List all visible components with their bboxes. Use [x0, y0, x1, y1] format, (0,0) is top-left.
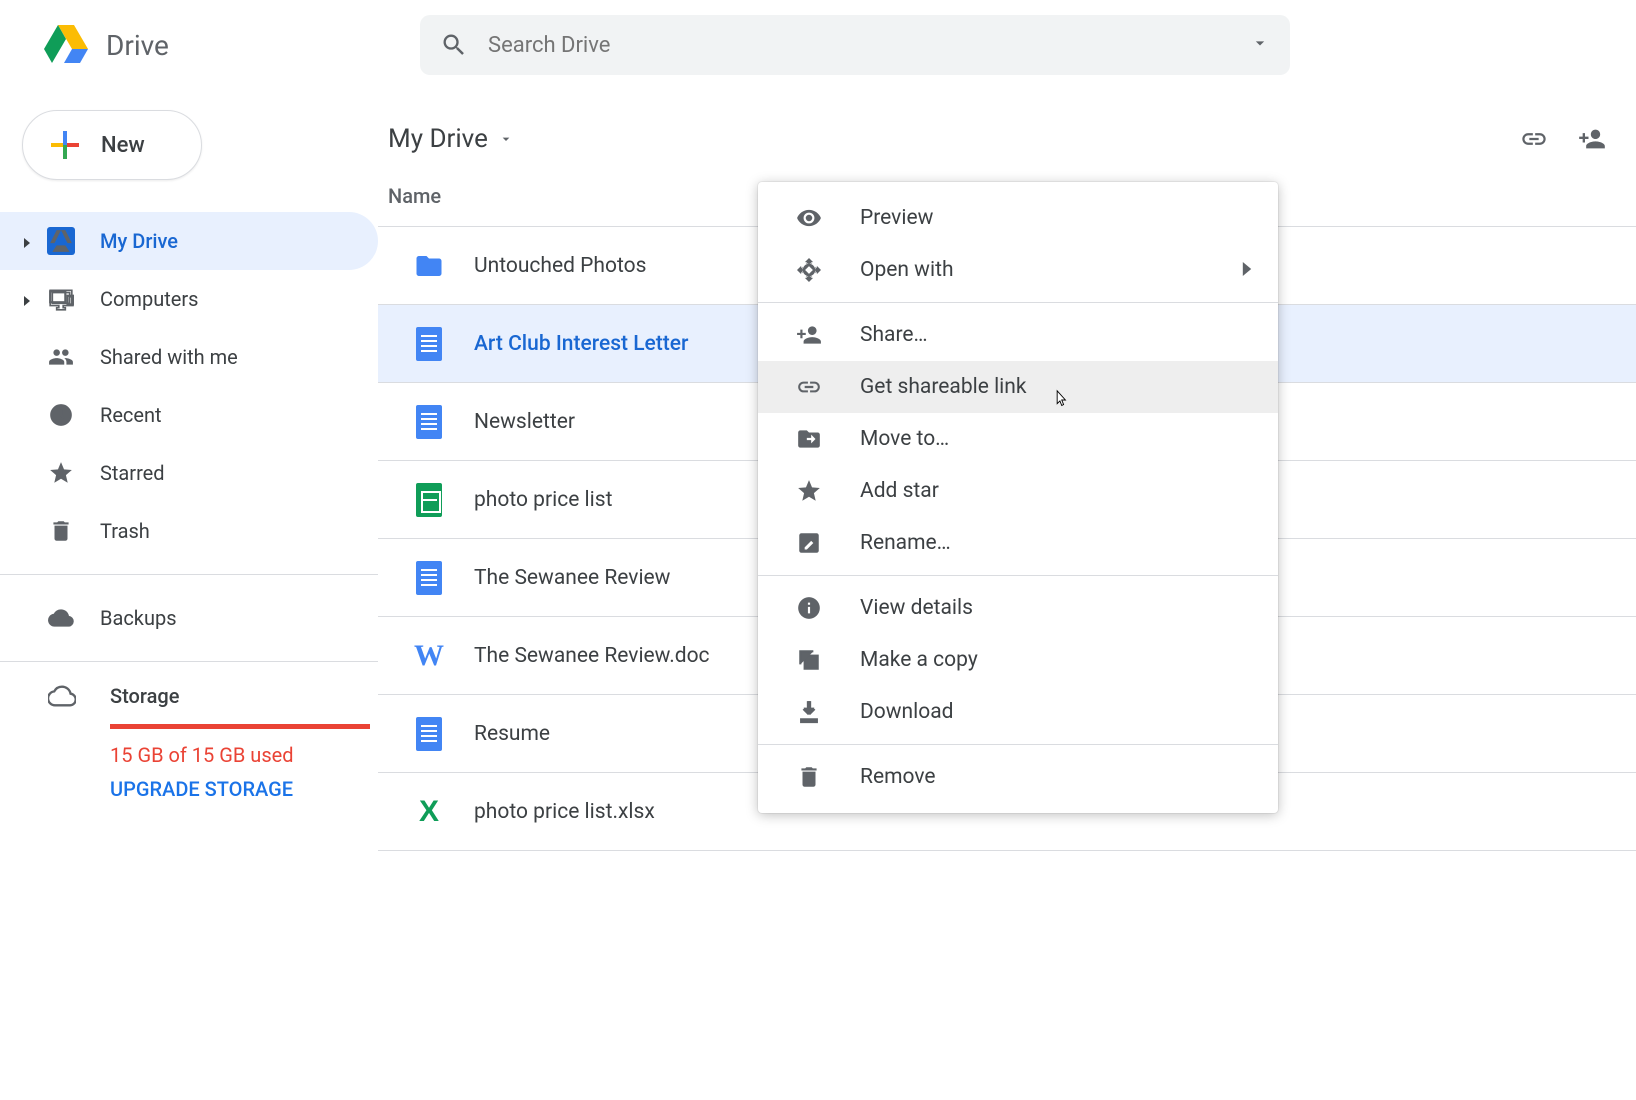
sidebar-item-label: Computers	[100, 287, 198, 311]
file-name: Newsletter	[474, 410, 575, 434]
trash-icon	[46, 516, 76, 546]
menu-item-info[interactable]: View details	[758, 582, 1278, 634]
file-name: Art Club Interest Letter	[474, 332, 688, 356]
sidebar-item-computers[interactable]: Computers	[0, 270, 378, 328]
sidebar-item-drive[interactable]: My Drive	[0, 212, 378, 270]
menu-item-label: Open with	[860, 258, 954, 282]
chevron-right-icon	[1240, 261, 1254, 280]
new-button-label: New	[101, 133, 145, 158]
star-icon	[794, 476, 824, 506]
breadcrumb[interactable]: My Drive	[378, 100, 1636, 184]
upgrade-storage-link[interactable]: UPGRADE STORAGE	[110, 777, 378, 801]
storage-row[interactable]: Storage	[48, 682, 378, 710]
file-name: The Sewanee Review.doc	[474, 644, 710, 668]
menu-item-open[interactable]: Open with	[758, 244, 1278, 296]
docs-icon	[414, 329, 444, 359]
menu-item-label: Remove	[860, 765, 936, 789]
move-icon	[794, 424, 824, 454]
drive-icon	[46, 226, 76, 256]
file-name: photo price list	[474, 488, 612, 512]
cloud-icon	[46, 603, 76, 633]
menu-item-label: Get shareable link	[860, 375, 1027, 399]
starred-icon	[46, 458, 76, 488]
info-icon	[794, 593, 824, 623]
docs-icon	[414, 719, 444, 749]
sheets-icon	[414, 485, 444, 515]
docs-icon	[414, 407, 444, 437]
copy-icon	[794, 645, 824, 675]
menu-item-copy[interactable]: Make a copy	[758, 634, 1278, 686]
expand-icon	[22, 229, 38, 253]
shared-icon	[46, 342, 76, 372]
recent-icon	[46, 400, 76, 430]
word-icon: W	[414, 641, 444, 671]
search-input[interactable]	[488, 33, 1250, 58]
menu-item-label: Rename…	[860, 531, 951, 555]
sidebar-item-recent[interactable]: Recent	[0, 386, 378, 444]
chevron-down-icon	[498, 131, 514, 147]
sidebar: New My Drive Computers Shared with me Recen…	[0, 90, 378, 851]
menu-item-rename[interactable]: Rename…	[758, 517, 1278, 569]
person-add-icon[interactable]	[1578, 125, 1606, 153]
file-name: photo price list.xlsx	[474, 800, 655, 824]
sidebar-item-label: Backups	[100, 606, 177, 630]
link-icon[interactable]	[1520, 125, 1548, 153]
breadcrumb-title: My Drive	[388, 124, 488, 154]
menu-item-label: Preview	[860, 206, 933, 230]
sidebar-item-backups[interactable]: Backups	[0, 589, 378, 647]
open-icon	[794, 255, 824, 285]
menu-item-label: Add star	[860, 479, 939, 503]
menu-item-star[interactable]: Add star	[758, 465, 1278, 517]
menu-item-remove[interactable]: Remove	[758, 751, 1278, 803]
menu-item-move[interactable]: Move to…	[758, 413, 1278, 465]
sidebar-item-label: Recent	[100, 403, 162, 427]
menu-item-link[interactable]: Get shareable link	[758, 361, 1278, 413]
remove-icon	[794, 762, 824, 792]
menu-item-label: Share…	[860, 323, 928, 347]
menu-item-eye[interactable]: Preview	[758, 192, 1278, 244]
rename-icon	[794, 528, 824, 558]
logo-area[interactable]: Drive	[42, 21, 420, 69]
storage-label: Storage	[110, 684, 179, 708]
file-name: Untouched Photos	[474, 254, 646, 278]
menu-item-label: Move to…	[860, 427, 949, 451]
folder-icon	[414, 251, 444, 281]
sidebar-item-label: My Drive	[100, 229, 178, 253]
sidebar-item-label: Starred	[100, 461, 165, 485]
cloud-outline-icon	[48, 682, 76, 710]
search-bar[interactable]	[420, 15, 1290, 75]
new-button[interactable]: New	[22, 110, 202, 180]
sidebar-item-shared[interactable]: Shared with me	[0, 328, 378, 386]
menu-item-share[interactable]: Share…	[758, 309, 1278, 361]
sidebar-item-starred[interactable]: Starred	[0, 444, 378, 502]
menu-item-download[interactable]: Download	[758, 686, 1278, 738]
docs-icon	[414, 563, 444, 593]
expand-icon	[22, 287, 38, 311]
sidebar-item-trash[interactable]: Trash	[0, 502, 378, 560]
download-icon	[794, 697, 824, 727]
menu-item-label: Download	[860, 700, 954, 724]
storage-used: 15 GB of 15 GB used	[110, 743, 378, 767]
file-name: The Sewanee Review	[474, 566, 670, 590]
file-name: Resume	[474, 722, 550, 746]
sidebar-item-label: Shared with me	[100, 345, 238, 369]
link-icon	[794, 372, 824, 402]
plus-icon	[51, 131, 79, 159]
app-name: Drive	[106, 29, 169, 62]
sidebar-item-label: Trash	[100, 519, 150, 543]
computers-icon	[46, 284, 76, 314]
excel-icon: X	[414, 797, 444, 827]
drive-logo-icon	[42, 21, 90, 69]
search-icon	[440, 31, 468, 59]
eye-icon	[794, 203, 824, 233]
share-icon	[794, 320, 824, 350]
search-options-icon[interactable]	[1250, 33, 1270, 57]
storage-bar	[110, 724, 370, 729]
context-menu: Preview Open with Share… Get shareable link…	[758, 182, 1278, 813]
menu-item-label: View details	[860, 596, 973, 620]
menu-item-label: Make a copy	[860, 648, 978, 672]
